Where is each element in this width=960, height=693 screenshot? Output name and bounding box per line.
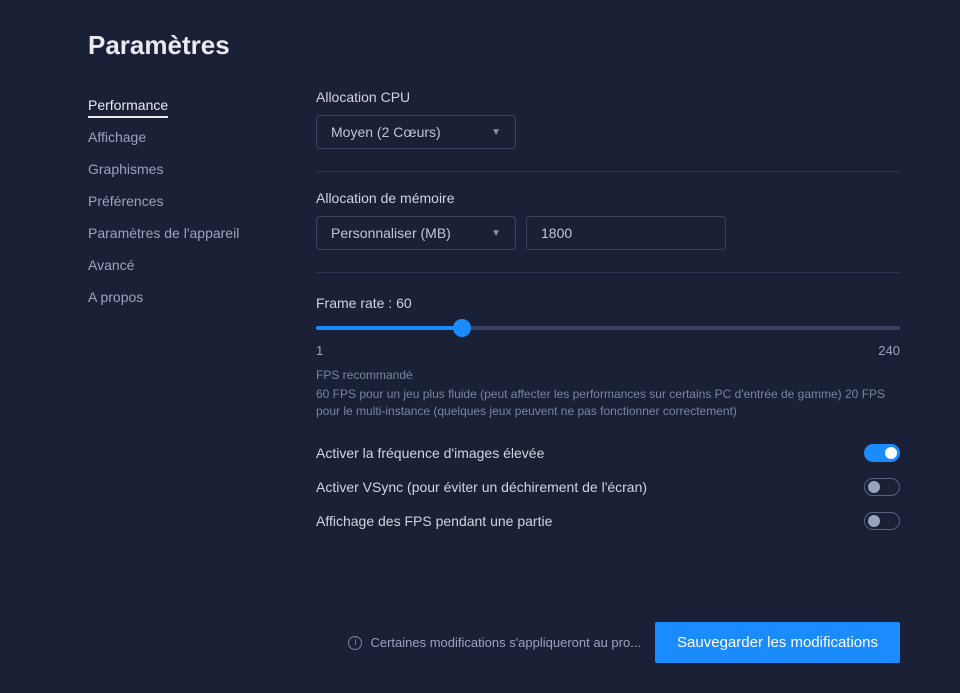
sidebar-item-label: A propos — [88, 289, 143, 305]
toggle-row-fps-display: Affichage des FPS pendant une partie — [316, 504, 900, 538]
main-panel: Allocation CPU Moyen (2 Cœurs) ▼ Allocat… — [316, 89, 900, 663]
toggle-vsync[interactable] — [864, 478, 900, 496]
sidebar-item-appareil[interactable]: Paramètres de l'appareil — [88, 217, 268, 249]
footer: i Certaines modifications s'appliqueront… — [316, 602, 900, 663]
sidebar-item-label: Graphismes — [88, 161, 163, 177]
slider-max: 240 — [878, 343, 900, 358]
sidebar-item-label: Préférences — [88, 193, 163, 209]
info-icon: i — [348, 636, 362, 650]
toggle-knob — [868, 481, 880, 493]
slider-min: 1 — [316, 343, 323, 358]
toggle-label: Activer VSync (pour éviter un déchiremen… — [316, 479, 647, 495]
fps-recommended-body: 60 FPS pour un jeu plus fluide (peut aff… — [316, 386, 900, 420]
slider-fill — [316, 326, 462, 330]
sidebar-item-preferences[interactable]: Préférences — [88, 185, 268, 217]
frame-rate-label: Frame rate : 60 — [316, 295, 900, 311]
toggle-row-high-fps: Activer la fréquence d'images élevée — [316, 436, 900, 470]
divider — [316, 171, 900, 172]
toggle-label: Affichage des FPS pendant une partie — [316, 513, 552, 529]
toggle-fps-display[interactable] — [864, 512, 900, 530]
memory-allocation-label: Allocation de mémoire — [316, 190, 900, 206]
toggle-knob — [868, 515, 880, 527]
memory-allocation-select[interactable]: Personnaliser (MB) ▼ — [316, 216, 516, 250]
chevron-down-icon: ▼ — [491, 127, 501, 138]
page-title: Paramètres — [88, 30, 900, 61]
memory-selected-value: Personnaliser (MB) — [331, 225, 451, 241]
sidebar-item-label: Affichage — [88, 129, 146, 145]
cpu-allocation-label: Allocation CPU — [316, 89, 900, 105]
cpu-selected-value: Moyen (2 Cœurs) — [331, 124, 441, 140]
sidebar-item-avance[interactable]: Avancé — [88, 249, 268, 281]
sidebar-item-graphismes[interactable]: Graphismes — [88, 153, 268, 185]
footer-note-text: Certaines modifications s'appliqueront a… — [370, 635, 641, 650]
frame-rate-slider[interactable] — [316, 319, 900, 337]
sidebar-item-performance[interactable]: Performance — [88, 89, 268, 121]
sidebar-item-affichage[interactable]: Affichage — [88, 121, 268, 153]
toggle-high-fps[interactable] — [864, 444, 900, 462]
toggle-row-vsync: Activer VSync (pour éviter un déchiremen… — [316, 470, 900, 504]
divider — [316, 272, 900, 273]
footer-note: i Certaines modifications s'appliqueront… — [348, 635, 641, 650]
sidebar-item-label: Avancé — [88, 257, 134, 273]
sidebar-item-label: Paramètres de l'appareil — [88, 225, 239, 241]
fps-recommended-title: FPS recommandé — [316, 368, 900, 382]
toggle-knob — [885, 447, 897, 459]
slider-thumb[interactable] — [453, 319, 471, 337]
memory-value-input[interactable] — [526, 216, 726, 250]
save-button[interactable]: Sauvegarder les modifications — [655, 622, 900, 663]
sidebar-item-apropos[interactable]: A propos — [88, 281, 268, 313]
sidebar: Performance Affichage Graphismes Préfére… — [88, 89, 268, 663]
chevron-down-icon: ▼ — [491, 228, 501, 239]
sidebar-item-label: Performance — [88, 97, 168, 118]
toggle-label: Activer la fréquence d'images élevée — [316, 445, 544, 461]
cpu-allocation-select[interactable]: Moyen (2 Cœurs) ▼ — [316, 115, 516, 149]
